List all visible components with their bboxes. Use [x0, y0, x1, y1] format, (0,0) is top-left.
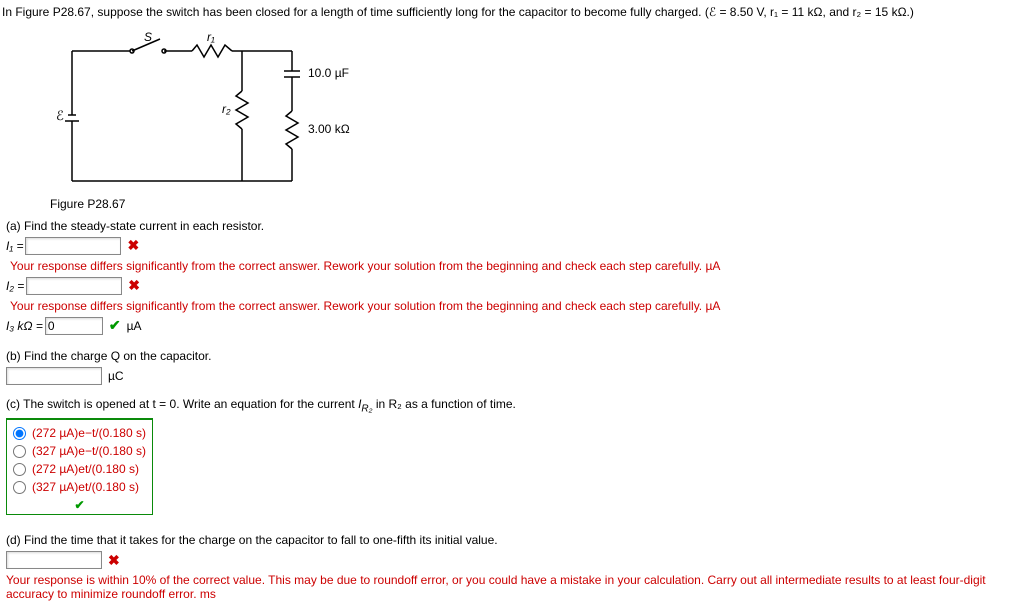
part-c-sub: R₂	[361, 403, 372, 414]
unit-i3: µA	[127, 319, 142, 333]
problem-statement: In Figure P28.67, suppose the switch has…	[2, 4, 1024, 21]
part-a: (a) Find the steady-state current in eac…	[6, 219, 1024, 335]
part-c-title: (c) The switch is opened at t = 0. Write…	[6, 397, 1024, 414]
input-i1[interactable]	[25, 237, 121, 255]
option-1[interactable]: (327 µA)e−t/(0.180 s)	[13, 442, 146, 460]
label-s: S	[144, 31, 152, 44]
radio-1[interactable]	[13, 445, 26, 458]
label-rextra: 3.00 kΩ	[308, 122, 350, 136]
row-q: µC	[6, 367, 1024, 385]
option-2[interactable]: (272 µA)et/(0.180 s)	[13, 460, 146, 478]
feedback-i2: Your response differs significantly from…	[10, 299, 1024, 313]
label-i1: I₁ =	[6, 239, 23, 253]
part-d-title: (d) Find the time that it takes for the …	[6, 533, 1024, 547]
radio-0[interactable]	[13, 427, 26, 440]
x-icon: ✖	[128, 277, 140, 294]
option-0-label: (272 µA)e−t/(0.180 s)	[32, 426, 146, 440]
part-b-title: (b) Find the charge Q on the capacitor.	[6, 349, 1024, 363]
option-2-label: (272 µA)et/(0.180 s)	[32, 462, 139, 476]
figure-caption: Figure P28.67	[50, 197, 1024, 211]
option-0[interactable]: (272 µA)e−t/(0.180 s)	[13, 424, 146, 442]
part-c-pre: (c) The switch is opened at t = 0. Write…	[6, 397, 358, 411]
options-check-icon: ✔	[13, 498, 146, 512]
circuit-figure: S r₁ r₂ ℰ 10.0 µF 3.00 kΩ	[32, 31, 1024, 191]
row-i1: I₁ = ✖	[6, 237, 1024, 255]
part-b: (b) Find the charge Q on the capacitor. …	[6, 349, 1024, 385]
problem-intro: In Figure P28.67, suppose the switch has…	[2, 5, 914, 19]
radio-2[interactable]	[13, 463, 26, 476]
label-r2: r₂	[222, 102, 231, 116]
part-a-title: (a) Find the steady-state current in eac…	[6, 219, 1024, 233]
option-3-label: (327 µA)et/(0.180 s)	[32, 480, 139, 494]
check-icon: ✔	[109, 317, 121, 334]
unit-q: µC	[108, 369, 124, 383]
option-1-label: (327 µA)e−t/(0.180 s)	[32, 444, 146, 458]
label-emf: ℰ	[56, 108, 64, 123]
input-i2[interactable]	[26, 277, 122, 295]
part-c: (c) The switch is opened at t = 0. Write…	[6, 397, 1024, 517]
row-i3: I₃ kΩ = ✔ µA	[6, 317, 1024, 335]
input-d[interactable]	[6, 551, 102, 569]
circuit-svg: S r₁ r₂ ℰ 10.0 µF 3.00 kΩ	[32, 31, 362, 191]
input-q[interactable]	[6, 367, 102, 385]
part-c-post: in R₂ as a function of time.	[376, 397, 516, 411]
feedback-d: Your response is within 10% of the corre…	[6, 573, 1024, 601]
label-cap: 10.0 µF	[308, 66, 349, 80]
label-i2: I₂ =	[6, 279, 24, 293]
row-d: ✖	[6, 551, 1024, 569]
options-container: (272 µA)e−t/(0.180 s) (327 µA)e−t/(0.180…	[6, 418, 153, 515]
row-i2: I₂ = ✖	[6, 277, 1024, 295]
x-icon: ✖	[127, 237, 139, 254]
input-i3[interactable]	[45, 317, 103, 335]
part-d: (d) Find the time that it takes for the …	[6, 533, 1024, 601]
feedback-i1: Your response differs significantly from…	[10, 259, 1024, 273]
radio-3[interactable]	[13, 481, 26, 494]
label-r1: r₁	[207, 31, 215, 44]
label-i3: I₃ kΩ =	[6, 319, 43, 333]
x-icon: ✖	[108, 552, 120, 569]
option-3[interactable]: (327 µA)et/(0.180 s)	[13, 478, 146, 496]
